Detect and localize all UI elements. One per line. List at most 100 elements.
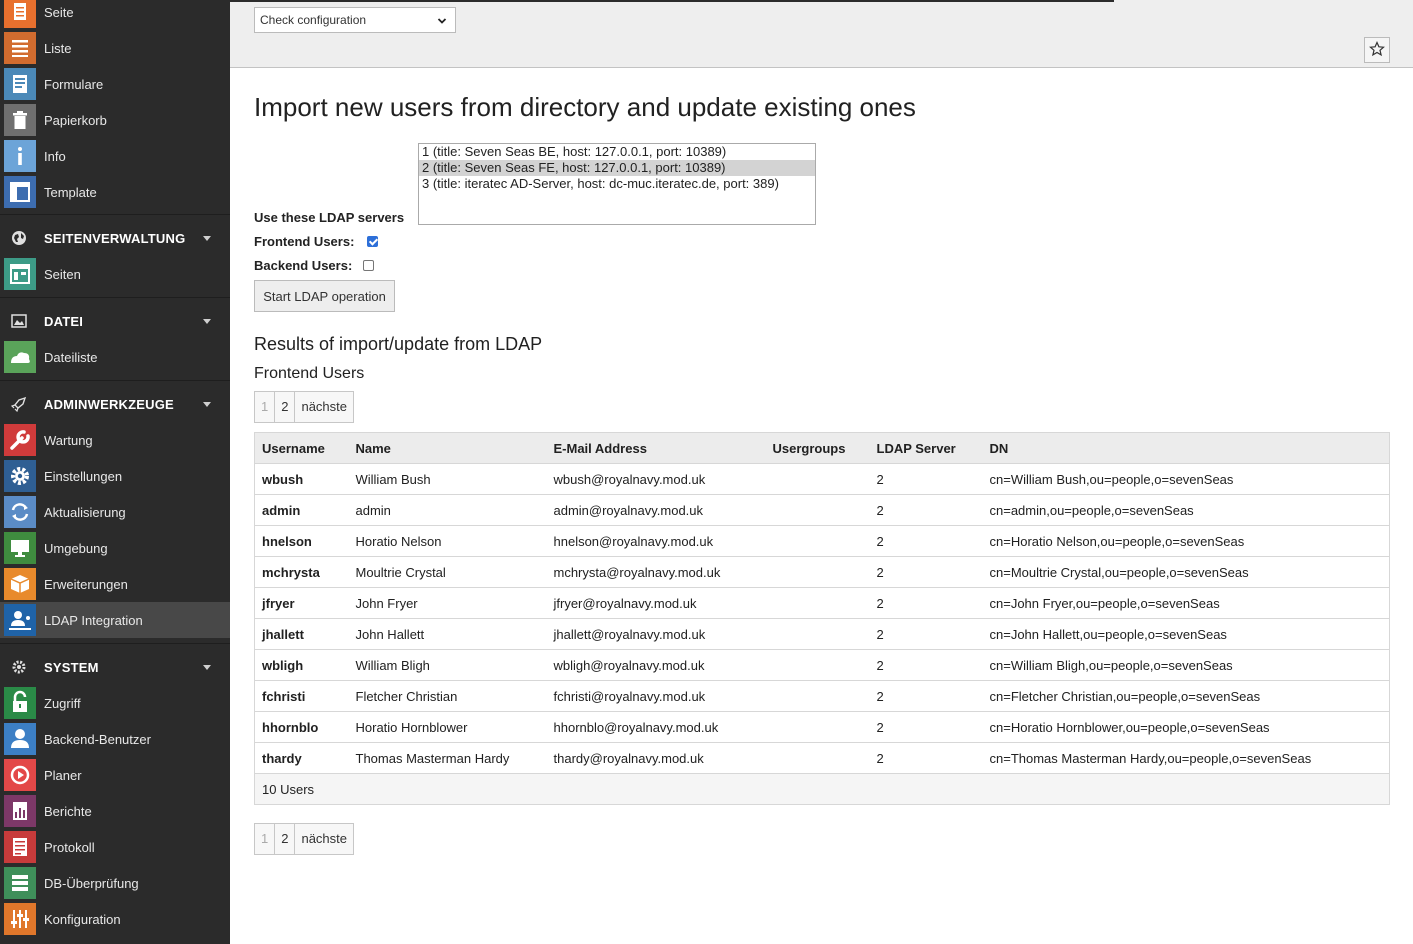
cell-usergroups bbox=[765, 649, 870, 681]
sidebar-item-konfiguration[interactable]: Konfiguration bbox=[0, 901, 230, 937]
chevron-down-icon bbox=[437, 15, 447, 25]
start-ldap-operation-button[interactable]: Start LDAP operation bbox=[254, 280, 395, 312]
sidebar-item-label: Formulare bbox=[44, 76, 104, 92]
wrench-icon bbox=[4, 424, 36, 456]
page-2-link[interactable]: 2 bbox=[275, 392, 296, 422]
group-adminwerkzeuge[interactable]: ADMINWERKZEUGE bbox=[0, 386, 230, 422]
sidebar-item-einstellungen[interactable]: Einstellungen bbox=[0, 458, 230, 494]
col-name: Name bbox=[348, 432, 547, 464]
sidebar-item-label: Dateiliste bbox=[44, 349, 98, 365]
cell-dn: cn=Horatio Nelson,ou=people,o=sevenSeas bbox=[982, 525, 1390, 557]
sidebar-item-ldap-integration[interactable]: LDAP Integration bbox=[0, 602, 230, 638]
cell-usergroups bbox=[765, 680, 870, 712]
page-2-link[interactable]: 2 bbox=[275, 824, 296, 854]
ldap-server-option[interactable]: 2 (title: Seven Seas FE, host: 127.0.0.1… bbox=[419, 160, 815, 176]
next-page-link[interactable]: nächste bbox=[295, 392, 353, 422]
backend-users-checkbox[interactable] bbox=[363, 260, 374, 271]
cell-ldap-server: 2 bbox=[869, 587, 983, 619]
table-row: hhornblo Horatio Hornblower hhornblo@royal… bbox=[254, 711, 1390, 743]
cell-usergroups bbox=[765, 742, 870, 774]
cell-name: Thomas Masterman Hardy bbox=[348, 742, 547, 774]
cell-dn: cn=admin,ou=people,o=sevenSeas bbox=[982, 494, 1390, 526]
sidebar-item-protokoll[interactable]: Protokoll bbox=[0, 829, 230, 865]
info-icon bbox=[4, 140, 36, 172]
sidebar-item-label: Planer bbox=[44, 767, 82, 783]
sidebar-item-formulare[interactable]: Formulare bbox=[0, 66, 230, 102]
group-divider bbox=[0, 214, 230, 215]
cell-email: hhornblo@royalnavy.mod.uk bbox=[546, 711, 766, 743]
cell-usergroups bbox=[765, 556, 870, 588]
cell-usergroups bbox=[765, 711, 870, 743]
cell-email: mchrysta@royalnavy.mod.uk bbox=[546, 556, 766, 588]
table-footer-row: 10 Users bbox=[254, 773, 1390, 805]
sidebar-item-label: Umgebung bbox=[44, 540, 108, 556]
database-icon bbox=[4, 867, 36, 899]
sidebar-item-backend-benutzer[interactable]: Backend-Benutzer bbox=[0, 721, 230, 757]
group-system[interactable]: SYSTEM bbox=[0, 649, 230, 685]
cell-username: jhallett bbox=[254, 618, 349, 650]
sidebar-item-info[interactable]: Info bbox=[0, 138, 230, 174]
sidebar-item-wartung[interactable]: Wartung bbox=[0, 422, 230, 458]
sidebar-item-label: Papierkorb bbox=[44, 112, 107, 128]
cell-ldap-server: 2 bbox=[869, 742, 983, 774]
cell-dn: cn=Fletcher Christian,ou=people,o=sevenS… bbox=[982, 680, 1390, 712]
cell-usergroups bbox=[765, 525, 870, 557]
doc-header: Check configuration bbox=[230, 0, 1413, 68]
table-row: mchrysta Moultrie Crystal mchrysta@royalna… bbox=[254, 556, 1390, 588]
cell-name: admin bbox=[348, 494, 547, 526]
sidebar-item-seite[interactable]: Seite bbox=[0, 0, 230, 30]
cell-dn: cn=Moultrie Crystal,ou=people,o=sevenSea… bbox=[982, 556, 1390, 588]
cell-username: fchristi bbox=[254, 680, 349, 712]
ldap-server-option[interactable]: 1 (title: Seven Seas BE, host: 127.0.0.1… bbox=[419, 144, 815, 160]
sidebar-item-label: Erweiterungen bbox=[44, 576, 128, 592]
next-page-link[interactable]: nächste bbox=[295, 824, 353, 854]
ldap-server-listbox[interactable]: 1 (title: Seven Seas BE, host: 127.0.0.1… bbox=[418, 143, 816, 225]
users-count: 10 Users bbox=[254, 773, 1390, 805]
cell-ldap-server: 2 bbox=[869, 525, 983, 557]
sidebar-item-papierkorb[interactable]: Papierkorb bbox=[0, 102, 230, 138]
col-email: E-Mail Address bbox=[546, 432, 766, 464]
sidebar-item-erweiterungen[interactable]: Erweiterungen bbox=[0, 566, 230, 602]
sidebar-item-aktualisierung[interactable]: Aktualisierung bbox=[0, 494, 230, 530]
caret-down-icon bbox=[203, 236, 211, 241]
cell-ldap-server: 2 bbox=[869, 463, 983, 495]
frontend-users-checkbox[interactable] bbox=[367, 236, 378, 247]
refresh-icon bbox=[4, 496, 36, 528]
cell-email: fchristi@royalnavy.mod.uk bbox=[546, 680, 766, 712]
cell-email: admin@royalnavy.mod.uk bbox=[546, 494, 766, 526]
header-topline bbox=[230, 0, 1114, 2]
sidebar-item-umgebung[interactable]: Umgebung bbox=[0, 530, 230, 566]
cell-usergroups bbox=[765, 494, 870, 526]
template-icon bbox=[4, 176, 36, 208]
sidebar-item-liste[interactable]: Liste bbox=[0, 30, 230, 66]
sidebar-item-template[interactable]: Template bbox=[0, 174, 230, 210]
sidebar-item-db-ueberpruefung[interactable]: DB-Überprüfung bbox=[0, 865, 230, 901]
users-table: Username Name E-Mail Address Usergroups … bbox=[254, 432, 1390, 805]
sidebar-item-zugriff[interactable]: Zugriff bbox=[0, 685, 230, 721]
table-row: hnelson Horatio Nelson hnelson@royalnavy.m… bbox=[254, 525, 1390, 557]
sidebar-item-planer[interactable]: Planer bbox=[0, 757, 230, 793]
group-seitenverwaltung[interactable]: SEITENVERWALTUNG bbox=[0, 220, 230, 256]
cell-ldap-server: 2 bbox=[869, 556, 983, 588]
sliders-icon bbox=[4, 903, 36, 935]
page-icon bbox=[4, 0, 36, 28]
caret-down-icon bbox=[203, 319, 211, 324]
gear-icon bbox=[4, 460, 36, 492]
page-1-link: 1 bbox=[255, 392, 276, 422]
sidebar-item-label: Konfiguration bbox=[44, 911, 121, 927]
monitor-icon bbox=[4, 532, 36, 564]
group-label: DATEI bbox=[44, 314, 84, 329]
page-1-link: 1 bbox=[255, 824, 276, 854]
cell-email: hnelson@royalnavy.mod.uk bbox=[546, 525, 766, 557]
ldap-server-option[interactable]: 3 (title: iteratec AD-Server, host: dc-m… bbox=[419, 176, 815, 192]
cell-ldap-server: 2 bbox=[869, 494, 983, 526]
forms-icon bbox=[4, 68, 36, 100]
cell-username: hhornblo bbox=[254, 711, 349, 743]
table-row: admin admin admin@royalnavy.mod.uk 2 cn=admi… bbox=[254, 494, 1390, 526]
sidebar-item-dateiliste[interactable]: Dateiliste bbox=[0, 339, 230, 375]
function-select[interactable]: Check configuration bbox=[254, 7, 456, 33]
sidebar-item-berichte[interactable]: Berichte bbox=[0, 793, 230, 829]
group-datei[interactable]: DATEI bbox=[0, 303, 230, 339]
sidebar-item-seiten[interactable]: Seiten bbox=[0, 256, 230, 292]
bookmark-button[interactable] bbox=[1364, 37, 1390, 63]
